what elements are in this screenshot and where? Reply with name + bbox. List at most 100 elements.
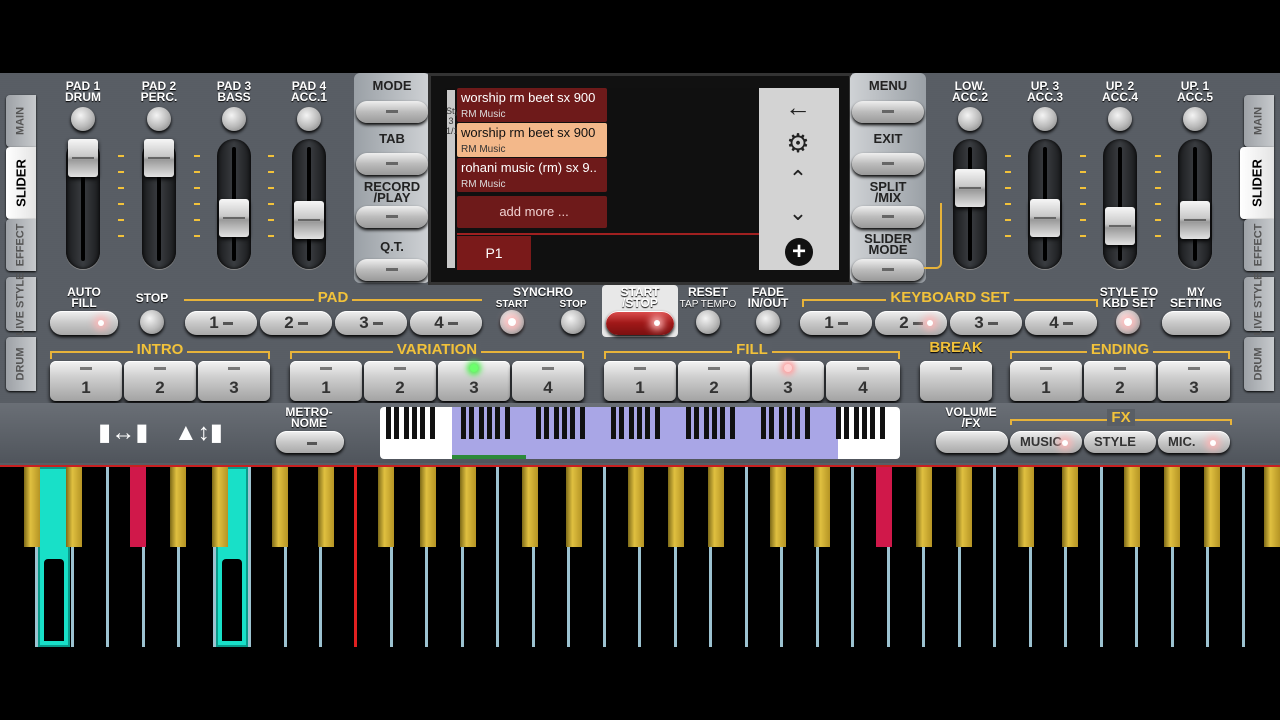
black-key[interactable] (212, 467, 228, 547)
variation-button-4[interactable]: 4 (512, 361, 584, 401)
synchro-stop-button[interactable] (561, 310, 585, 334)
slider-mode-button[interactable] (852, 259, 924, 281)
black-key[interactable] (318, 467, 334, 547)
black-key[interactable] (668, 467, 684, 547)
black-key[interactable] (628, 467, 644, 547)
style-list-item-selected[interactable]: worship rm beet sx 900 RM Music (457, 123, 607, 157)
up3-acc3-knob[interactable] (1033, 107, 1057, 131)
fx-style-button[interactable]: STYLE (1084, 431, 1156, 453)
tab-slider-right[interactable]: SLIDER (1240, 147, 1274, 219)
up2-acc4-knob[interactable] (1108, 107, 1132, 131)
page-tab-p1[interactable]: P1 (457, 236, 531, 270)
tab-main-left[interactable]: MAIN (6, 95, 36, 147)
kbd-set-button-4[interactable]: 4 (1025, 311, 1097, 335)
intro-button-3[interactable]: 3 (198, 361, 270, 401)
black-key[interactable] (1164, 467, 1180, 547)
black-key[interactable] (460, 467, 476, 547)
variation-button-1[interactable]: 1 (290, 361, 362, 401)
black-key[interactable] (916, 467, 932, 547)
black-key-pressed[interactable] (876, 467, 892, 547)
white-key[interactable] (745, 467, 748, 647)
white-key[interactable] (1242, 467, 1245, 647)
metronome-button[interactable] (276, 431, 344, 453)
stop-button[interactable] (140, 310, 164, 334)
variation-button-2[interactable]: 2 (364, 361, 436, 401)
fx-music-button[interactable]: MUSIC (1010, 431, 1082, 453)
tab-slider-left[interactable]: SLIDER (6, 147, 36, 219)
black-key[interactable] (272, 467, 288, 547)
chevron-up-icon[interactable]: ⌃ (781, 164, 815, 194)
piano-keyboard[interactable] (0, 465, 1280, 647)
tab-drum-right[interactable]: DRUM (1244, 337, 1274, 391)
fx-mic-button[interactable]: MIC. (1158, 431, 1230, 453)
break-button[interactable] (920, 361, 992, 401)
volume-fx-button[interactable] (936, 431, 1008, 453)
white-key[interactable] (993, 467, 996, 647)
black-key[interactable] (708, 467, 724, 547)
kbd-set-button-2[interactable]: 2 (875, 311, 947, 335)
qt-button[interactable] (356, 259, 428, 281)
fill-button-2[interactable]: 2 (678, 361, 750, 401)
black-key[interactable] (1018, 467, 1034, 547)
my-setting-button[interactable] (1162, 311, 1230, 335)
black-key[interactable] (1204, 467, 1220, 547)
tab-live-style-left[interactable]: LIVE STYLE (6, 273, 36, 335)
black-key-pressed[interactable] (130, 467, 146, 547)
tab-effect-right[interactable]: EFFECT (1244, 219, 1274, 271)
black-key[interactable] (1124, 467, 1140, 547)
tab-effect-left[interactable]: EFFECT (6, 219, 36, 271)
fill-button-1[interactable]: 1 (604, 361, 676, 401)
exit-button[interactable] (852, 153, 924, 175)
style-to-kbd-button[interactable] (1116, 310, 1140, 334)
style-list-item[interactable]: worship rm beet sx 900 RM Music (457, 88, 607, 122)
pad-button-2[interactable]: 2 (260, 311, 332, 335)
pad1-knob[interactable] (71, 107, 95, 131)
kbd-set-button-1[interactable]: 1 (800, 311, 872, 335)
black-key[interactable] (66, 467, 82, 547)
keyboard-shift-icon[interactable]: ▮↔▮ (98, 413, 156, 453)
up1-acc5-knob[interactable] (1183, 107, 1207, 131)
pad2-knob[interactable] (147, 107, 171, 131)
ending-button-3[interactable]: 3 (1158, 361, 1230, 401)
pad-button-3[interactable]: 3 (335, 311, 407, 335)
low-acc2-knob[interactable] (958, 107, 982, 131)
pad-button-1[interactable]: 1 (185, 311, 257, 335)
ending-button-2[interactable]: 2 (1084, 361, 1156, 401)
white-key[interactable] (106, 467, 109, 647)
black-key[interactable] (566, 467, 582, 547)
mode-button[interactable] (356, 101, 428, 123)
fill-button-4[interactable]: 4 (826, 361, 900, 401)
style-list-item[interactable]: rohani music (rm) sx 9.. RM Music (457, 158, 607, 192)
low-acc2-slider[interactable] (953, 139, 987, 269)
black-key[interactable] (1062, 467, 1078, 547)
pad3-slider[interactable] (217, 139, 251, 269)
up1-acc5-slider[interactable] (1178, 139, 1212, 269)
black-key[interactable] (956, 467, 972, 547)
intro-button-1[interactable]: 1 (50, 361, 122, 401)
gear-icon[interactable]: ⚙ (781, 128, 815, 158)
white-key[interactable] (1100, 467, 1103, 647)
black-key[interactable] (420, 467, 436, 547)
back-arrow-icon[interactable]: ← (781, 92, 815, 122)
fade-button[interactable] (756, 310, 780, 334)
up2-acc4-slider[interactable] (1103, 139, 1137, 269)
tab-drum-left[interactable]: DRUM (6, 337, 36, 391)
fill-button-3[interactable]: 3 (752, 361, 824, 401)
black-key[interactable] (378, 467, 394, 547)
pad4-knob[interactable] (297, 107, 321, 131)
record-play-button[interactable] (356, 206, 428, 228)
tab-button[interactable] (356, 153, 428, 175)
white-key[interactable] (248, 467, 251, 647)
white-key[interactable] (496, 467, 499, 647)
synchro-start-button[interactable] (500, 310, 524, 334)
white-key[interactable] (851, 467, 854, 647)
black-key[interactable] (24, 467, 40, 547)
black-key[interactable] (770, 467, 786, 547)
pad2-slider[interactable] (142, 139, 176, 269)
auto-fill-button[interactable] (50, 311, 118, 335)
black-key[interactable] (1264, 467, 1280, 547)
white-key[interactable] (603, 467, 606, 647)
start-stop-button[interactable] (606, 311, 674, 335)
ending-button-1[interactable]: 1 (1010, 361, 1082, 401)
reset-tap-tempo-button[interactable] (696, 310, 720, 334)
